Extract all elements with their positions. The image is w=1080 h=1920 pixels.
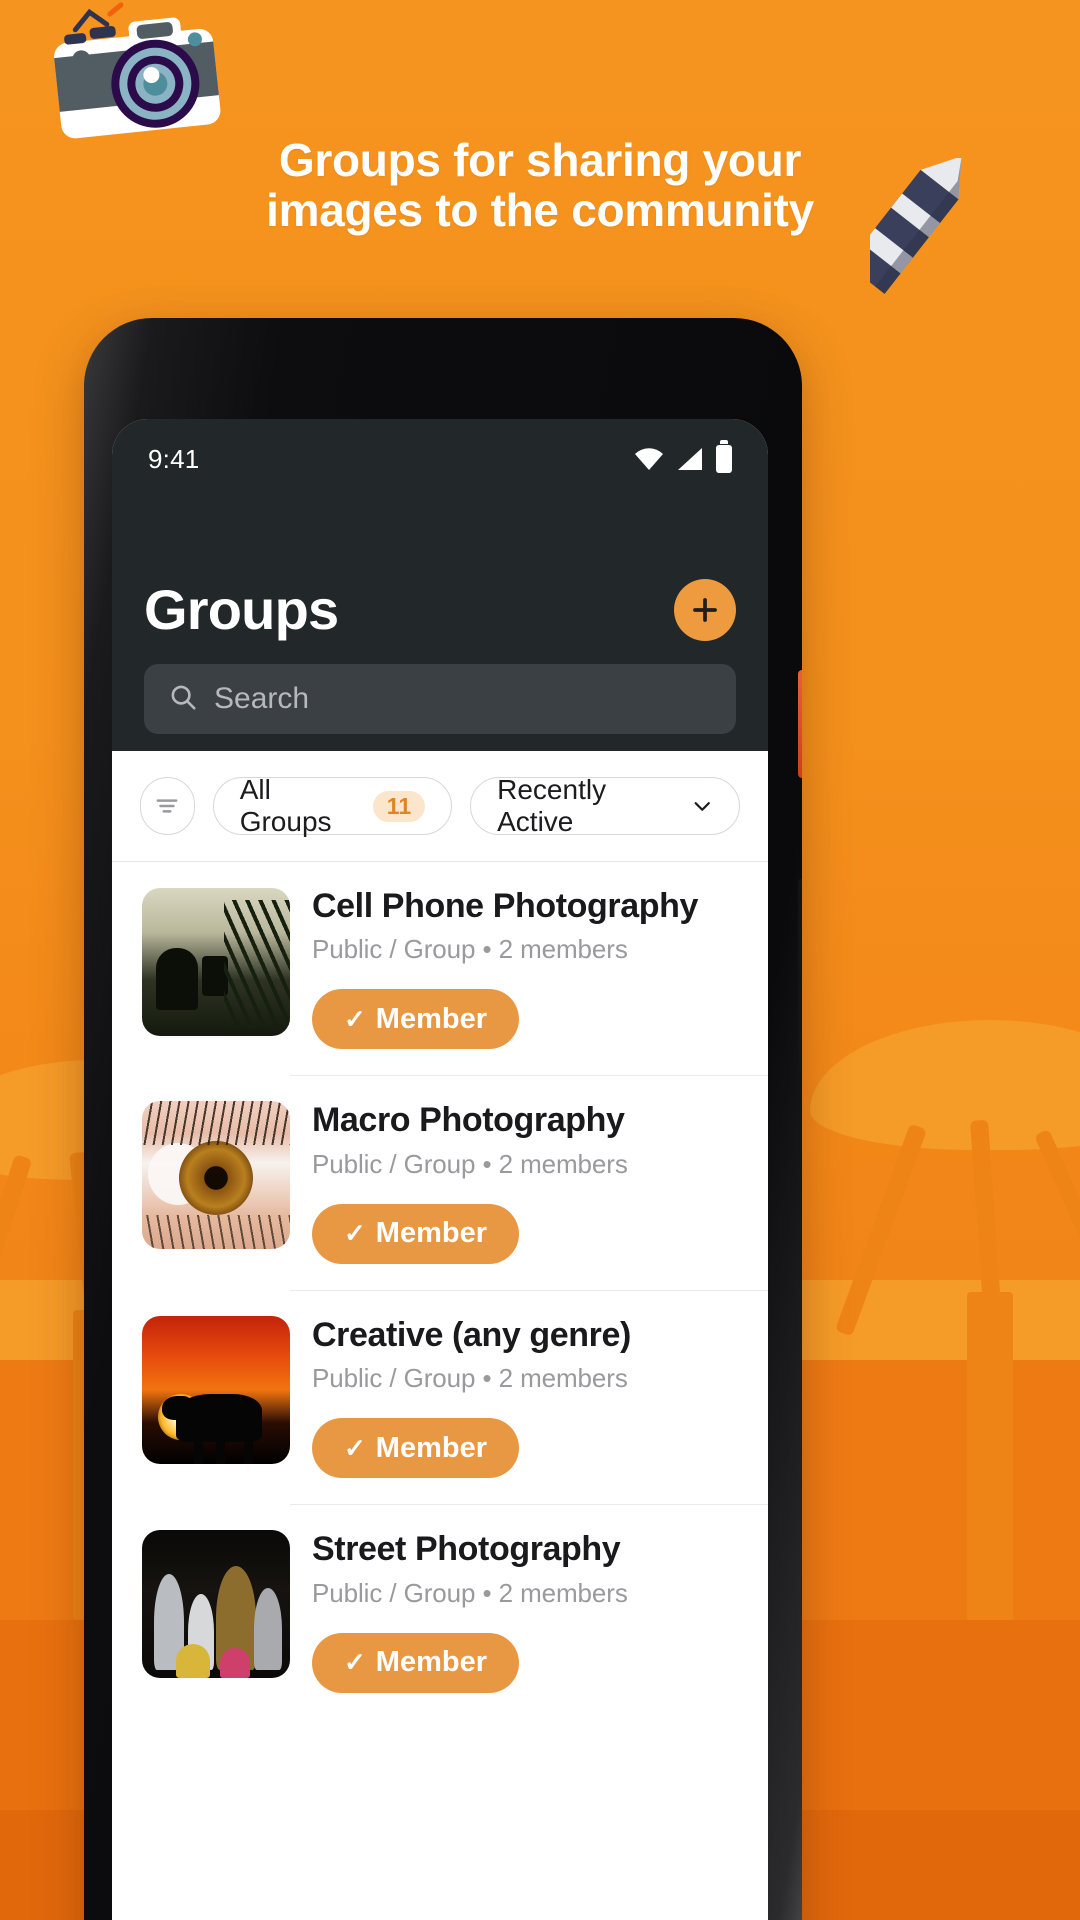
group-list-item[interactable]: Street Photography Public / Group • 2 me… bbox=[112, 1504, 768, 1718]
filter-icon bbox=[156, 799, 178, 813]
group-meta: Public / Group • 2 members bbox=[312, 934, 628, 965]
group-name: Creative (any genre) bbox=[312, 1315, 631, 1354]
group-list-item[interactable]: Creative (any genre) Public / Group • 2 … bbox=[112, 1289, 768, 1504]
thumb-figure bbox=[254, 1588, 282, 1671]
headline-line-2: images to the community bbox=[266, 183, 814, 236]
group-list: Cell Phone Photography Public / Group • … bbox=[112, 862, 768, 1719]
member-badge-label: Member bbox=[375, 1002, 487, 1035]
check-icon: ✓ bbox=[344, 1647, 366, 1678]
search-box[interactable] bbox=[144, 664, 736, 734]
search-input[interactable] bbox=[214, 682, 712, 716]
cell-signal-icon bbox=[676, 447, 704, 471]
group-meta: Public / Group • 2 members bbox=[312, 1577, 628, 1608]
wifi-icon bbox=[634, 447, 664, 471]
thumb-wildebeest-leg bbox=[216, 1437, 225, 1464]
sort-chip[interactable]: Recently Active bbox=[470, 774, 741, 837]
group-row-content: Macro Photography Public / Group • 2 mem… bbox=[290, 1075, 768, 1289]
group-meta: Public / Group • 2 members bbox=[312, 1148, 628, 1179]
thumb-eyelashes bbox=[142, 1101, 290, 1146]
group-list-item[interactable]: Cell Phone Photography Public / Group • … bbox=[112, 862, 768, 1075]
group-row-content: Creative (any genre) Public / Group • 2 … bbox=[290, 1289, 768, 1504]
member-badge[interactable]: ✓ Member bbox=[312, 1632, 519, 1693]
status-bar: 9:41 bbox=[112, 419, 768, 481]
group-thumbnail bbox=[142, 888, 290, 1036]
plus-icon bbox=[693, 597, 717, 622]
filter-icon-button[interactable] bbox=[140, 777, 195, 835]
member-badge[interactable]: ✓ Member bbox=[312, 989, 519, 1050]
promo-headline: Groups for sharing your images to the co… bbox=[0, 134, 1080, 236]
tree-canopy bbox=[810, 1020, 1080, 1150]
thumb-silhouette bbox=[156, 948, 198, 1010]
power-button[interactable] bbox=[798, 670, 802, 778]
volume-button[interactable] bbox=[798, 878, 802, 1074]
member-badge[interactable]: ✓ Member bbox=[312, 1418, 519, 1479]
status-time: 9:41 bbox=[148, 443, 200, 474]
group-thumbnail bbox=[142, 1101, 290, 1250]
page-title: Groups bbox=[144, 578, 339, 641]
promo-screenshot: Groups for sharing your images to the co… bbox=[0, 0, 1080, 1920]
member-badge-label: Member bbox=[375, 1646, 487, 1679]
group-list-item[interactable]: Macro Photography Public / Group • 2 mem… bbox=[112, 1075, 768, 1289]
phone-mockup: 9:41 Groups Search All Groups 11 Recentl… bbox=[84, 318, 802, 1920]
member-badge[interactable]: ✓ Member bbox=[312, 1203, 519, 1264]
battery-icon bbox=[716, 440, 732, 473]
headline-line-1: Groups for sharing your bbox=[278, 134, 802, 186]
group-row-content: Cell Phone Photography Public / Group • … bbox=[290, 862, 768, 1075]
all-groups-count: 11 bbox=[372, 790, 426, 822]
thumb-figure bbox=[220, 1648, 250, 1679]
phone-screen: 9:41 Groups Search All Groups 11 Recentl… bbox=[112, 419, 768, 1920]
check-icon: ✓ bbox=[344, 1003, 366, 1034]
chevron-down-icon bbox=[694, 802, 710, 811]
thumb-wildebeest-leg bbox=[194, 1437, 203, 1464]
group-row-content: Street Photography Public / Group • 2 me… bbox=[290, 1504, 768, 1718]
thumb-figure bbox=[176, 1644, 210, 1679]
check-icon: ✓ bbox=[344, 1432, 366, 1463]
check-icon: ✓ bbox=[344, 1218, 366, 1249]
sort-label: Recently Active bbox=[497, 774, 607, 837]
group-name: Cell Phone Photography bbox=[312, 887, 699, 925]
status-icons bbox=[634, 440, 732, 473]
group-thumbnail bbox=[142, 1530, 290, 1679]
camera-icon bbox=[38, 2, 228, 142]
group-name: Macro Photography bbox=[312, 1101, 625, 1140]
group-thumbnail bbox=[142, 1315, 290, 1464]
group-name: Street Photography bbox=[312, 1530, 621, 1569]
thumb-iris bbox=[179, 1141, 253, 1216]
thumb-foliage bbox=[224, 900, 290, 1030]
add-group-button[interactable] bbox=[674, 578, 736, 641]
all-groups-chip[interactable]: All Groups 11 bbox=[212, 774, 453, 837]
app-header: 9:41 Groups Search bbox=[112, 419, 768, 751]
all-groups-label: All Groups bbox=[239, 774, 332, 837]
filter-bar: All Groups 11 Recently Active bbox=[112, 751, 768, 862]
thumb-wildebeest bbox=[162, 1393, 262, 1442]
thumb-wildebeest-leg bbox=[244, 1437, 253, 1464]
header-title-row: Groups bbox=[112, 481, 768, 642]
search-icon bbox=[168, 682, 198, 717]
group-meta: Public / Group • 2 members bbox=[312, 1363, 628, 1394]
member-badge-label: Member bbox=[375, 1217, 487, 1250]
thumb-eyelashes bbox=[142, 1215, 290, 1250]
search-wrapper bbox=[112, 642, 768, 734]
member-badge-label: Member bbox=[375, 1431, 487, 1464]
